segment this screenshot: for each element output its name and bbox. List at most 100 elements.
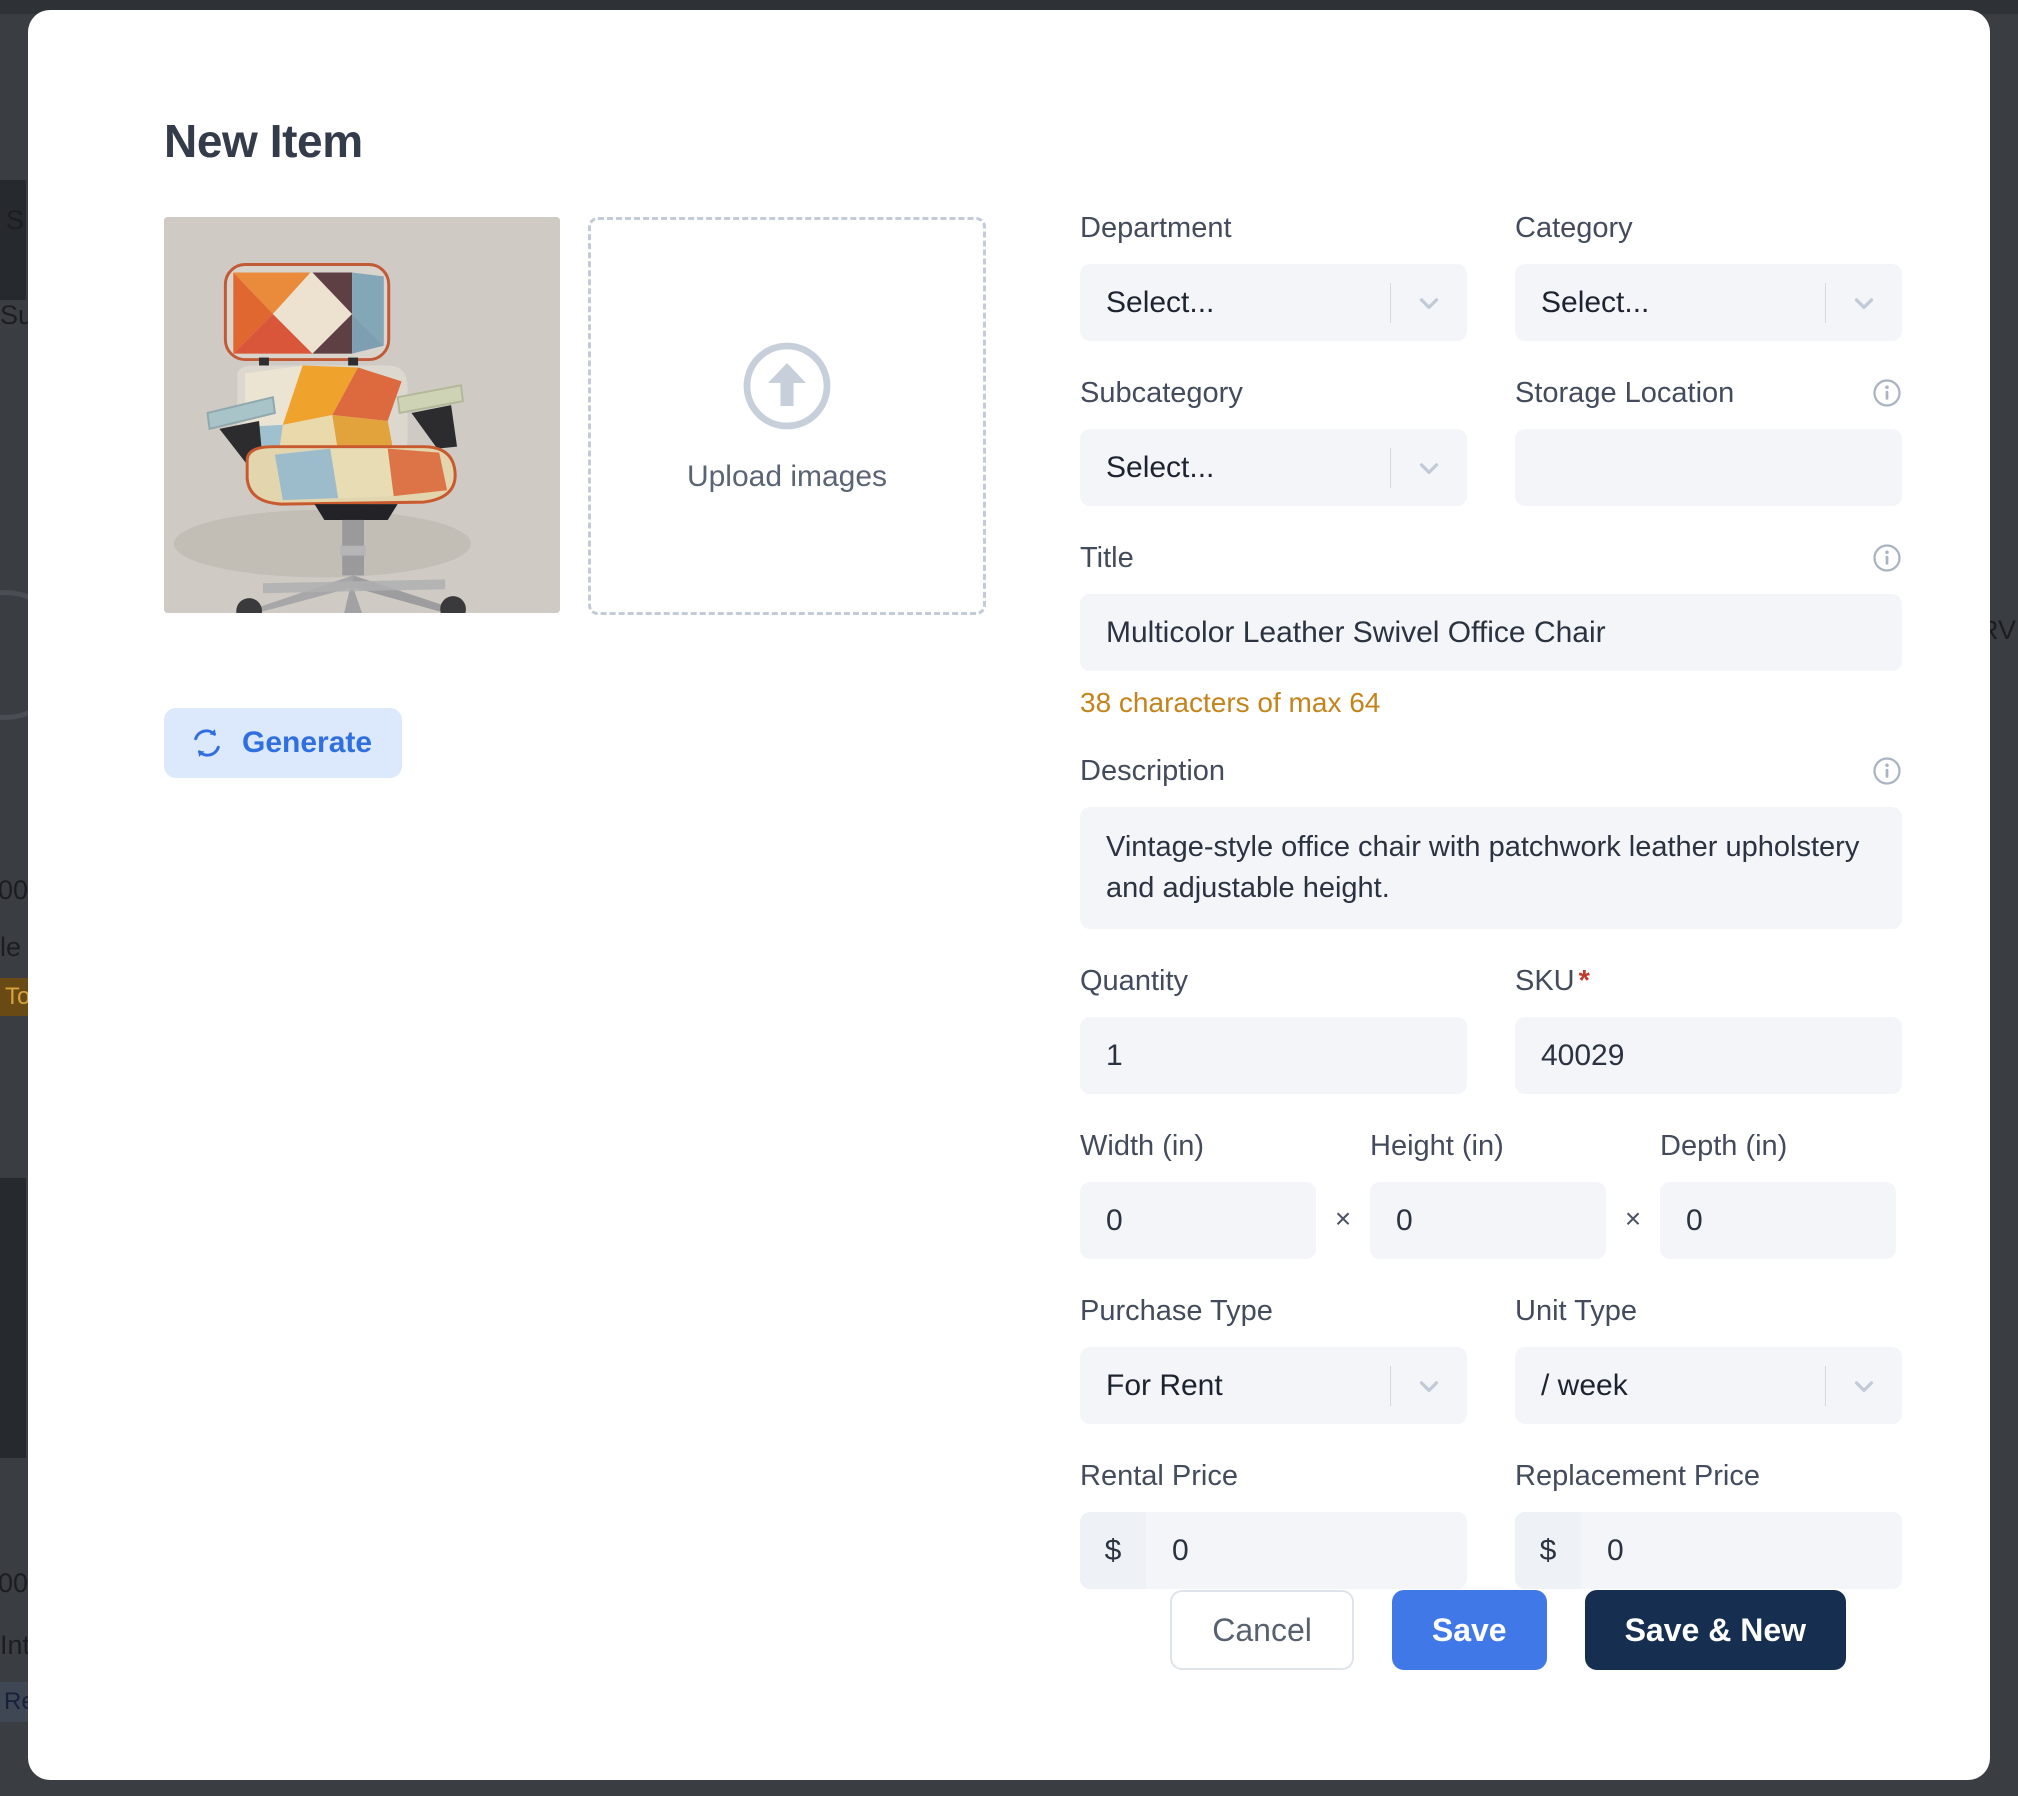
field-height: Height (in) 0	[1370, 1128, 1606, 1260]
form-row-purchase-unit: Purchase Type For Rent Unit Type / week	[1080, 1293, 1902, 1425]
save-and-new-button[interactable]: Save & New	[1584, 1590, 1846, 1670]
department-label: Department	[1080, 211, 1232, 244]
subcategory-select[interactable]: Select...	[1080, 429, 1467, 506]
form-row-quantity-sku: Quantity 1 SKU * 40029	[1080, 963, 1902, 1095]
dimensions-group: Width (in) 0 × Height (in) 0 × Depth (in…	[1080, 1128, 1896, 1260]
form-row-title: Title Multicolor Leather Swivel Office C…	[1080, 540, 1902, 719]
form-row-dimensions: Width (in) 0 × Height (in) 0 × Depth (in…	[1080, 1128, 1902, 1260]
background-fragment-le: le	[0, 932, 22, 962]
depth-label-wrap: Depth (in)	[1660, 1128, 1896, 1164]
info-circle-icon[interactable]	[1872, 756, 1902, 786]
dimension-separator-1: ×	[1334, 1203, 1352, 1235]
replacement-price-group: $ 0	[1515, 1512, 1902, 1590]
storage-location-input[interactable]	[1515, 429, 1902, 506]
new-item-form: Department Select... Category Select... …	[1080, 210, 1902, 1623]
background-fragment-s: S	[6, 205, 25, 235]
replacement-price-currency: $	[1515, 1512, 1581, 1590]
replacement-price-input[interactable]: 0	[1581, 1512, 1902, 1590]
replacement-price-label: Replacement Price	[1515, 1459, 1760, 1492]
category-chevron[interactable]	[1826, 288, 1902, 318]
background-fragment-int: Int	[0, 1630, 31, 1660]
storage-location-label: Storage Location	[1515, 376, 1735, 409]
category-label-wrap: Category	[1515, 210, 1902, 246]
info-circle-icon[interactable]	[1872, 378, 1902, 408]
product-image-thumbnail[interactable]	[164, 217, 560, 613]
unit-type-select[interactable]: / week	[1515, 1347, 1902, 1425]
sku-input[interactable]: 40029	[1515, 1017, 1902, 1095]
field-title: Title Multicolor Leather Swivel Office C…	[1080, 540, 1902, 719]
width-label: Width (in)	[1080, 1129, 1205, 1162]
department-value: Select...	[1106, 285, 1215, 319]
title-input[interactable]: Multicolor Leather Swivel Office Chair	[1080, 594, 1902, 671]
description-label: Description	[1080, 754, 1226, 787]
chevron-down-icon	[1854, 297, 1874, 309]
chevron-down-icon	[1854, 1381, 1874, 1392]
chair-illustration	[164, 217, 560, 613]
rental-price-input[interactable]: 0	[1146, 1512, 1467, 1590]
rental-price-label: Rental Price	[1080, 1459, 1238, 1492]
save-button[interactable]: Save	[1391, 1590, 1547, 1670]
dropzone-label: Upload images	[686, 460, 888, 493]
department-select[interactable]: Select...	[1080, 264, 1467, 341]
unit-type-value: / week	[1541, 1368, 1628, 1402]
department-chevron[interactable]	[1391, 288, 1467, 318]
category-label: Category	[1515, 211, 1633, 244]
height-input[interactable]: 0	[1370, 1182, 1606, 1260]
quantity-label: Quantity	[1080, 964, 1188, 997]
background-panel-mid	[0, 1178, 26, 1458]
field-category: Category Select...	[1515, 210, 1902, 341]
field-unit-type: Unit Type / week	[1515, 1293, 1902, 1425]
field-purchase-type: Purchase Type For Rent	[1080, 1293, 1467, 1425]
unit-type-label-wrap: Unit Type	[1515, 1293, 1902, 1329]
quantity-input[interactable]: 1	[1080, 1017, 1467, 1095]
upload-arrow-circle-icon	[743, 342, 831, 430]
form-row-description: Description Vintage-style office chair w…	[1080, 753, 1902, 930]
subcategory-chevron[interactable]	[1391, 453, 1467, 483]
form-row-department-category: Department Select... Category Select...	[1080, 210, 1902, 341]
purchase-type-value: For Rent	[1106, 1368, 1223, 1402]
purchase-type-select[interactable]: For Rent	[1080, 1347, 1467, 1425]
title-label-wrap: Title	[1080, 540, 1902, 576]
field-depth: Depth (in) 0	[1660, 1128, 1896, 1260]
replacement-price-label-wrap: Replacement Price	[1515, 1458, 1902, 1494]
field-description: Description Vintage-style office chair w…	[1080, 753, 1902, 930]
subcategory-label-wrap: Subcategory	[1080, 375, 1467, 411]
cancel-button[interactable]: Cancel	[1170, 1590, 1354, 1670]
info-circle-icon[interactable]	[1872, 543, 1902, 573]
subcategory-value: Select...	[1106, 450, 1215, 484]
description-textarea[interactable]: Vintage-style office chair with patchwor…	[1080, 807, 1902, 930]
unit-type-chevron[interactable]	[1826, 1371, 1902, 1401]
rental-price-group: $ 0	[1080, 1512, 1467, 1590]
page-title: New Item	[164, 115, 363, 167]
media-row: Upload images	[164, 217, 986, 615]
background-fragment-zero-top: 00	[0, 875, 29, 905]
height-label: Height (in)	[1370, 1129, 1504, 1162]
purchase-type-label-wrap: Purchase Type	[1080, 1293, 1467, 1329]
height-label-wrap: Height (in)	[1370, 1128, 1606, 1164]
sku-required-marker: *	[1578, 964, 1590, 997]
category-select[interactable]: Select...	[1515, 264, 1902, 341]
department-label-wrap: Department	[1080, 210, 1467, 246]
purchase-type-chevron[interactable]	[1391, 1371, 1467, 1401]
chevron-down-icon	[1419, 462, 1439, 474]
dimension-separator-2: ×	[1624, 1203, 1642, 1235]
rental-price-label-wrap: Rental Price	[1080, 1458, 1467, 1494]
sku-label-wrap: SKU *	[1515, 963, 1902, 999]
depth-label: Depth (in)	[1660, 1129, 1788, 1162]
generate-button[interactable]: Generate	[164, 708, 403, 778]
upload-images-dropzone[interactable]: Upload images	[588, 217, 986, 615]
refresh-sync-icon	[194, 729, 220, 757]
chevron-down-icon	[1419, 1381, 1439, 1392]
depth-input[interactable]: 0	[1660, 1182, 1896, 1260]
generate-button-label: Generate	[242, 726, 373, 759]
field-storage-location: Storage Location	[1515, 375, 1902, 506]
chevron-down-icon	[1419, 297, 1439, 309]
field-width: Width (in) 0	[1080, 1128, 1316, 1260]
width-input[interactable]: 0	[1080, 1182, 1316, 1260]
field-rental-price: Rental Price $ 0	[1080, 1458, 1467, 1590]
width-label-wrap: Width (in)	[1080, 1128, 1316, 1164]
field-quantity: Quantity 1	[1080, 963, 1467, 1095]
form-row-subcategory-storage: Subcategory Select... Storage Location	[1080, 375, 1902, 506]
new-item-modal: New Item Upload images Generate Departme…	[28, 10, 1990, 1780]
title-label: Title	[1080, 541, 1134, 574]
